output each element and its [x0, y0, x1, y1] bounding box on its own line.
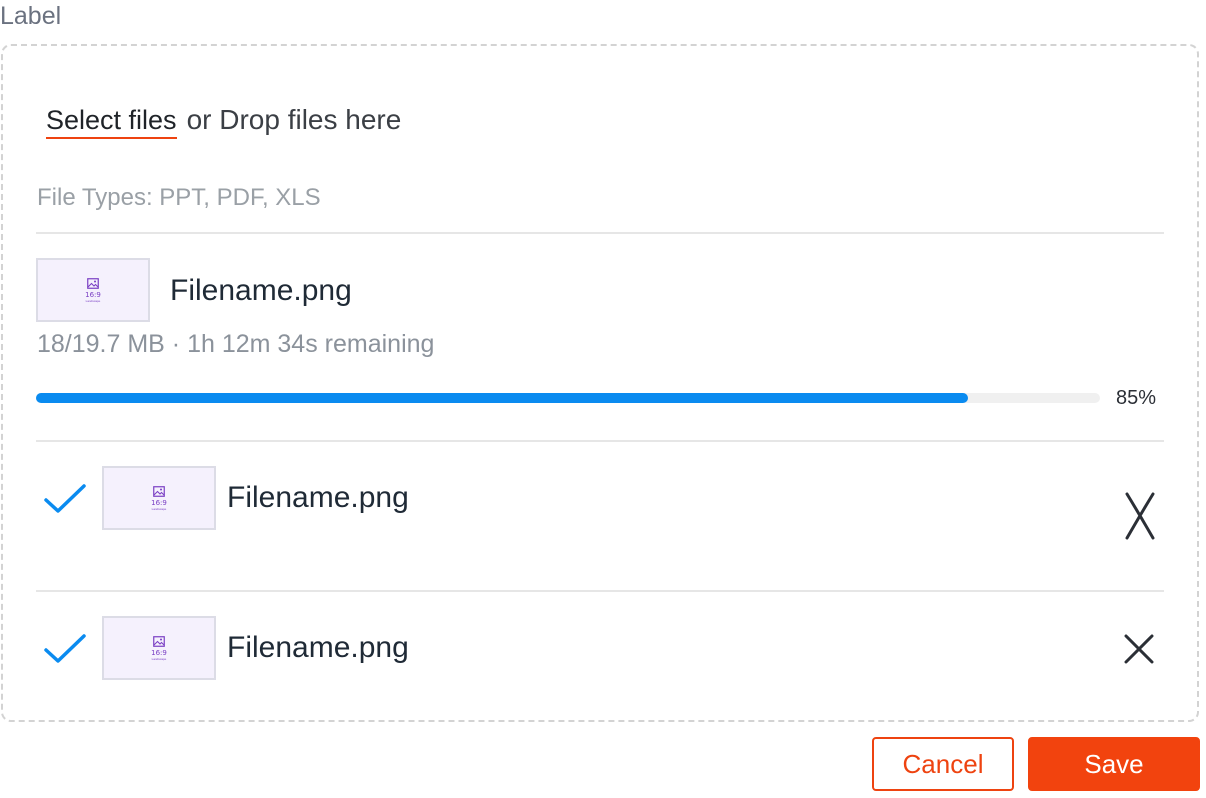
thumbnail-ratio: 16:9: [151, 648, 167, 657]
checkmark-icon: [44, 484, 86, 513]
field-label: Label: [0, 2, 62, 30]
thumbnail-ratio: 16:9: [85, 290, 101, 299]
thumbnail-caption: Landscape: [151, 506, 167, 511]
file-types-hint: File Types: PPT, PDF, XLS: [37, 184, 321, 211]
divider: [36, 440, 1164, 442]
divider: [36, 590, 1164, 592]
file-thumbnail: 16:9 Landscape: [102, 616, 216, 680]
uploaded-filename: Filename.png: [227, 631, 409, 664]
drop-files-text: or Drop files here: [186, 104, 402, 135]
close-icon[interactable]: [1122, 492, 1158, 540]
image-icon: [87, 277, 99, 289]
thumbnail-caption: Landscape: [85, 298, 101, 303]
uploading-filename: Filename.png: [170, 274, 352, 307]
thumbnail-caption: Landscape: [151, 656, 167, 661]
close-icon[interactable]: [1124, 634, 1154, 664]
file-thumbnail: 16:9 Landscape: [36, 258, 150, 322]
save-button[interactable]: Save: [1028, 737, 1200, 791]
upload-meta: 18/19.7 MB · 1h 12m 34s remaining: [37, 330, 435, 358]
select-files-link[interactable]: Select files: [46, 105, 177, 139]
upload-progress-fill: [36, 393, 969, 403]
upload-progress-bar: [36, 393, 1100, 403]
image-icon: [153, 485, 165, 497]
upload-progress-label: 85%: [1116, 387, 1157, 409]
thumbnail-ratio: 16:9: [151, 498, 167, 507]
image-icon: [153, 635, 165, 647]
divider: [36, 232, 1164, 234]
uploaded-filename: Filename.png: [227, 481, 409, 514]
checkmark-icon: [44, 634, 86, 663]
cancel-button[interactable]: Cancel: [872, 737, 1014, 791]
select-files-row: Select files or Drop files here: [46, 104, 401, 139]
file-thumbnail: 16:9 Landscape: [102, 466, 216, 530]
